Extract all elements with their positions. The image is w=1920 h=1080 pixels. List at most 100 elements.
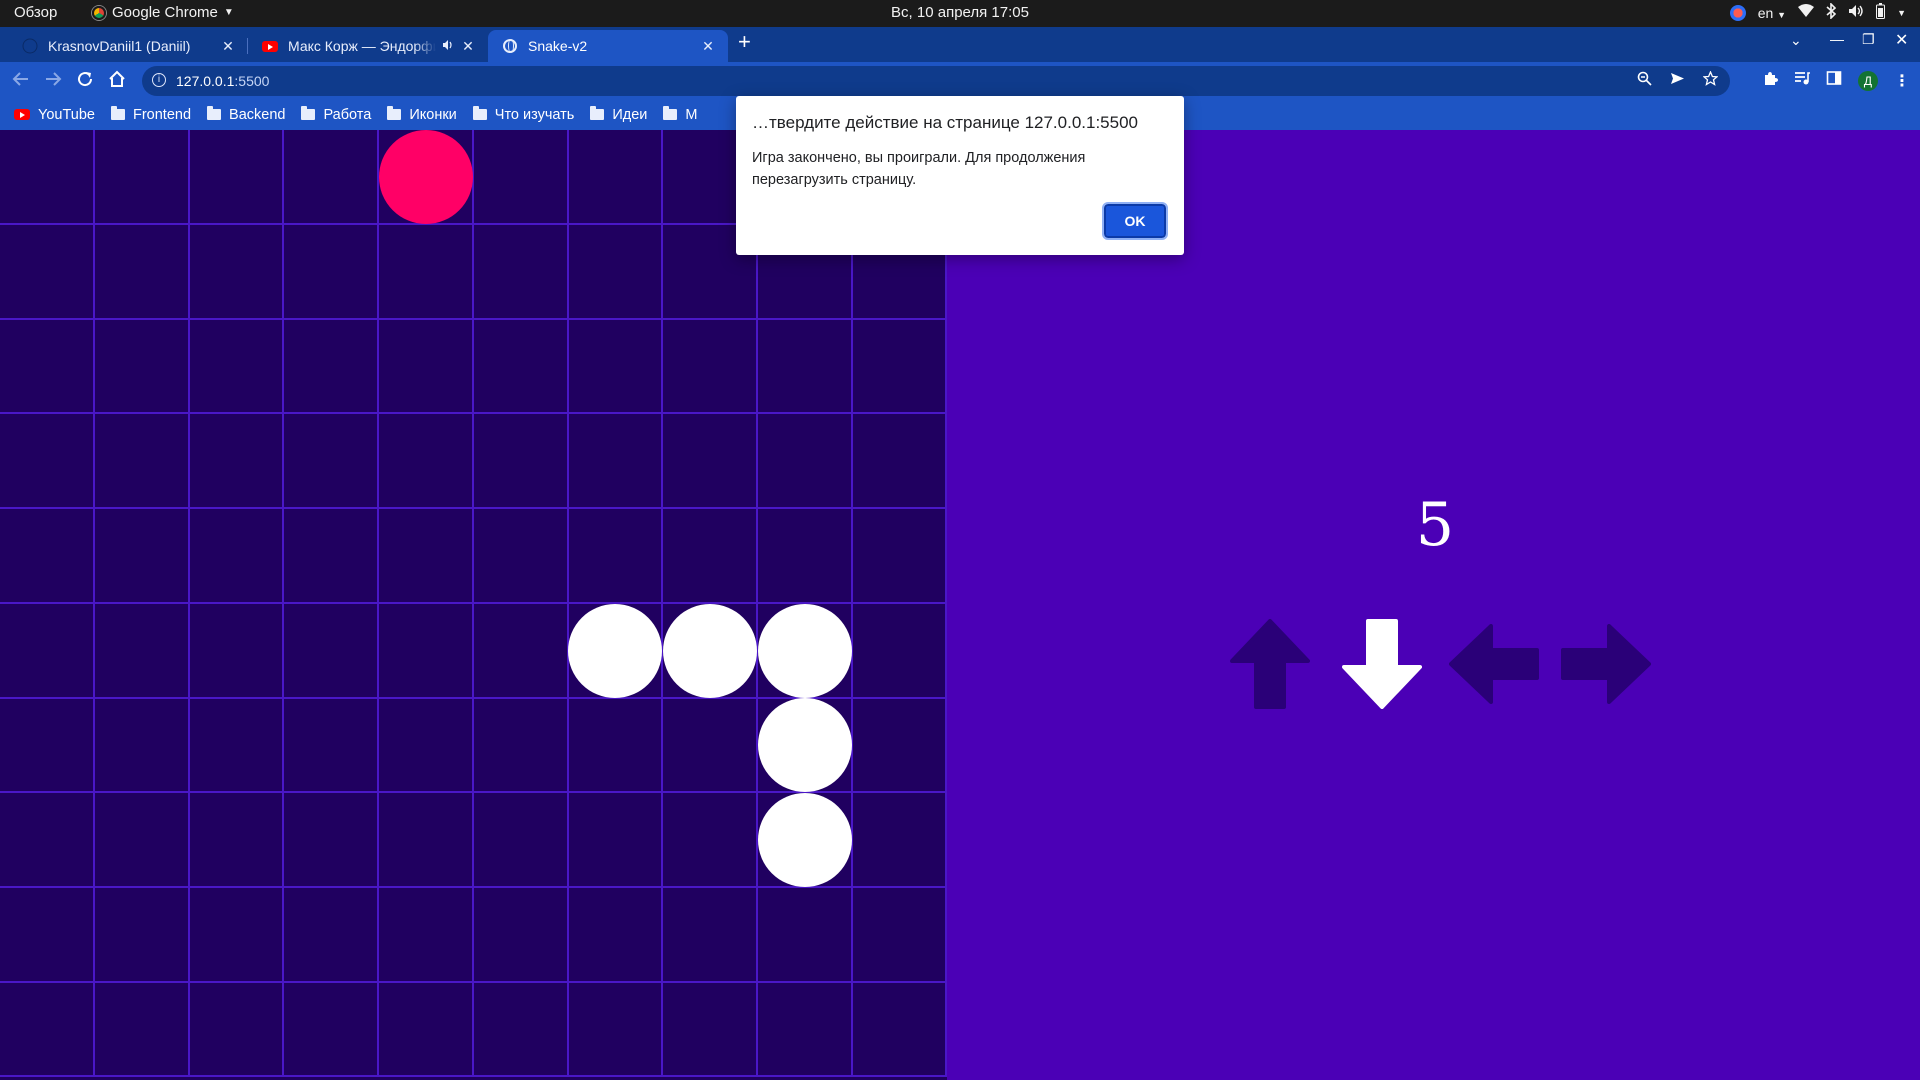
- grid-cell: [473, 130, 569, 225]
- folder-icon: [663, 106, 678, 120]
- close-icon[interactable]: ✕: [460, 38, 476, 55]
- bookmark-folder-icons[interactable]: Иконки: [387, 106, 457, 123]
- grid-cell: [94, 224, 190, 320]
- grid-cell: [568, 130, 664, 225]
- globe-icon: [502, 38, 518, 54]
- food-apple: [378, 130, 473, 224]
- folder-icon: [472, 106, 487, 120]
- wifi-icon[interactable]: [1798, 4, 1815, 21]
- grid-cell: [284, 224, 380, 320]
- speaker-icon[interactable]: [442, 38, 454, 54]
- power-menu-icon[interactable]: ▼: [1897, 8, 1906, 18]
- grid-cell: [94, 887, 190, 983]
- close-window-button[interactable]: ✕: [1895, 30, 1908, 50]
- bookmark-folder-more[interactable]: М: [663, 106, 698, 123]
- site-info-icon[interactable]: i: [152, 73, 166, 87]
- close-icon[interactable]: ✕: [700, 38, 716, 55]
- url-text[interactable]: 127.0.0.1:5500: [176, 73, 269, 89]
- clock[interactable]: Вс, 10 апреля 17:05: [0, 4, 1920, 21]
- tab-youtube[interactable]: Макс Корж — Эндорфин ✕: [248, 30, 488, 62]
- app-name: Google Chrome: [112, 4, 218, 21]
- ok-button[interactable]: OK: [1102, 202, 1168, 240]
- up-arrow-icon[interactable]: [1224, 618, 1316, 710]
- folder-icon: [387, 106, 402, 120]
- bookmark-folder-frontend[interactable]: Frontend: [110, 106, 191, 123]
- bookmark-folder-ideas[interactable]: Идеи: [590, 106, 648, 123]
- send-to-device-icon[interactable]: [1670, 71, 1685, 90]
- reload-button[interactable]: [76, 70, 94, 92]
- tab-search-icon[interactable]: ⌄: [1790, 32, 1802, 49]
- grid-cell: [0, 887, 95, 983]
- tab-snake[interactable]: Snake-v2 ✕: [488, 30, 728, 62]
- grid-cell: [473, 508, 569, 604]
- bookmark-youtube[interactable]: YouTube: [14, 107, 95, 123]
- youtube-icon: [14, 109, 30, 120]
- grid-cell: [757, 887, 853, 983]
- new-tab-button[interactable]: +: [738, 29, 751, 55]
- volume-icon[interactable]: [1848, 4, 1864, 21]
- system-tray[interactable]: en ▼ ▼: [1729, 2, 1906, 22]
- down-arrow-icon[interactable]: [1336, 618, 1428, 710]
- chevron-down-icon: ▼: [223, 7, 234, 18]
- media-controls-icon[interactable]: [1794, 70, 1810, 91]
- grid-cell: [284, 319, 380, 415]
- folder-icon: [207, 106, 222, 120]
- app-menu[interactable]: Google Chrome ▼: [92, 4, 234, 21]
- maximize-button[interactable]: ❐: [1862, 31, 1875, 48]
- chevron-down-icon: ▼: [1777, 9, 1787, 20]
- zoom-icon[interactable]: [1637, 71, 1652, 90]
- bookmark-folder-work[interactable]: Работа: [301, 106, 371, 123]
- battery-icon[interactable]: [1876, 3, 1886, 22]
- grid-cell: [757, 982, 853, 1078]
- bookmark-folder-to-learn[interactable]: Что изучать: [472, 106, 574, 123]
- grid-cell: [284, 887, 380, 983]
- extensions-icon[interactable]: [1762, 70, 1778, 91]
- folder-icon: [301, 106, 316, 120]
- language-indicator[interactable]: en ▼: [1758, 5, 1786, 21]
- profile-avatar[interactable]: Д: [1858, 70, 1878, 91]
- activities-button[interactable]: Обзор: [14, 4, 57, 21]
- bookmark-label: Иконки: [409, 106, 457, 123]
- grid-cell: [662, 508, 758, 604]
- grid-cell: [852, 319, 947, 415]
- bookmark-label: Идеи: [612, 106, 648, 123]
- grid-cell: [757, 414, 853, 510]
- grid-cell: [568, 414, 664, 510]
- forward-button[interactable]: [44, 70, 62, 92]
- tab-title: KrasnovDaniil1 (Daniil): [48, 38, 191, 54]
- grid-cell: [0, 224, 95, 320]
- tab-github[interactable]: KrasnovDaniil1 (Daniil) ✕: [8, 30, 248, 62]
- bookmark-label: М: [685, 106, 698, 123]
- snake-segment: [568, 603, 663, 698]
- grid-cell: [189, 698, 285, 794]
- grid-cell: [852, 792, 947, 888]
- grid-cell: [378, 603, 474, 699]
- grid-cell: [0, 603, 95, 699]
- direction-controls: [1224, 618, 1652, 710]
- grid-cell: [473, 698, 569, 794]
- menu-kebab-icon[interactable]: ⋮: [1894, 71, 1910, 91]
- grid-cell: [94, 603, 190, 699]
- home-button[interactable]: [108, 70, 126, 92]
- grid-cell: [189, 508, 285, 604]
- grid-cell: [568, 319, 664, 415]
- grid-cell: [568, 224, 664, 320]
- left-arrow-icon[interactable]: [1448, 618, 1540, 710]
- grid-cell: [284, 414, 380, 510]
- right-arrow-icon[interactable]: [1560, 618, 1652, 710]
- bookmark-folder-backend[interactable]: Backend: [207, 106, 285, 123]
- grid-cell: [568, 508, 664, 604]
- grid-cell: [568, 698, 664, 794]
- grid-cell: [0, 319, 95, 415]
- screen-recorder-icon[interactable]: [1729, 4, 1746, 21]
- grid-cell: [378, 414, 474, 510]
- bluetooth-icon[interactable]: [1826, 2, 1837, 22]
- folder-icon: [590, 106, 605, 120]
- minimize-button[interactable]: —: [1830, 31, 1844, 47]
- side-panel-icon[interactable]: [1826, 70, 1842, 91]
- close-icon[interactable]: ✕: [220, 38, 236, 55]
- address-bar[interactable]: i 127.0.0.1:5500: [142, 66, 1730, 96]
- bookmark-star-icon[interactable]: [1702, 70, 1719, 90]
- grid-cell: [378, 792, 474, 888]
- back-button[interactable]: [12, 70, 30, 92]
